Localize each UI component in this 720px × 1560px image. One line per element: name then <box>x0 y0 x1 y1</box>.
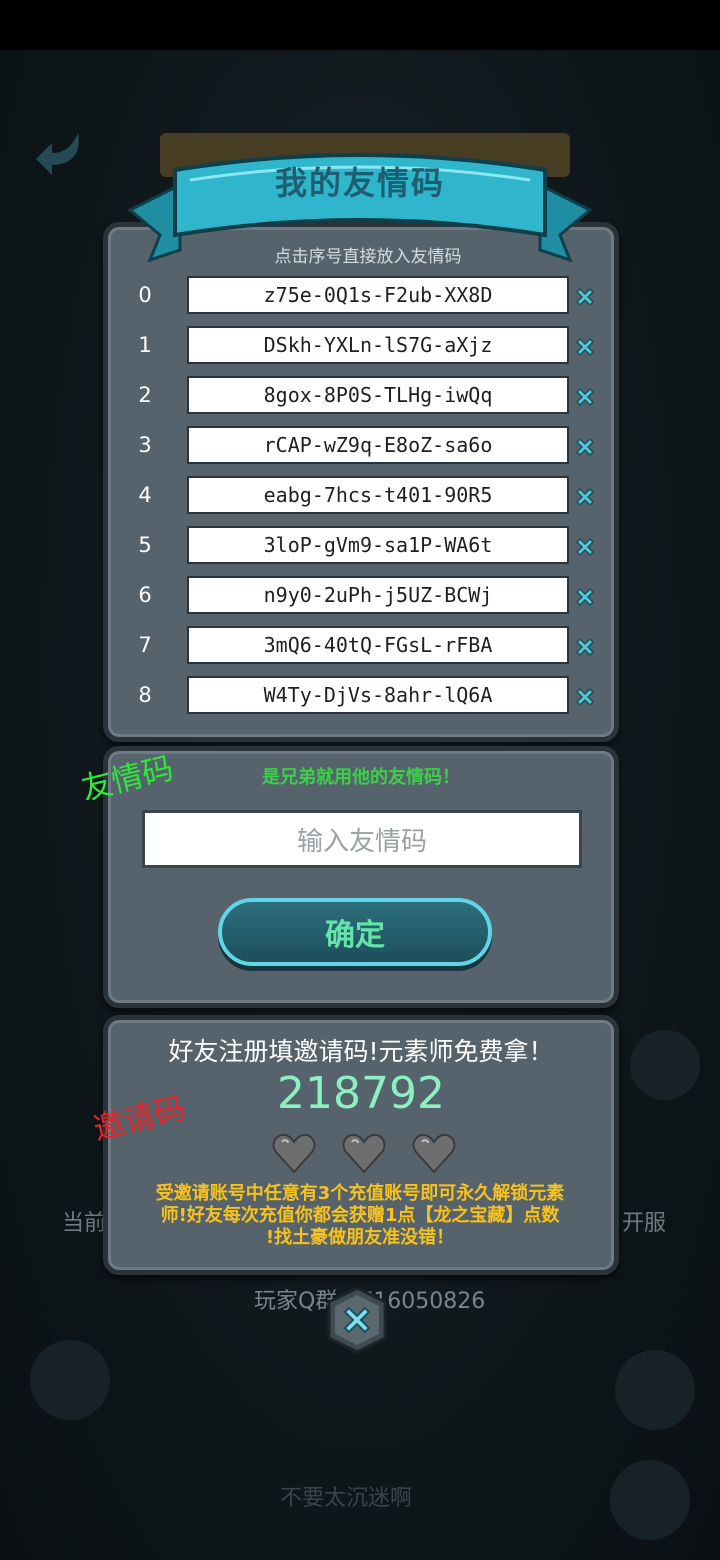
background-button <box>610 1460 690 1540</box>
back-arrow-icon[interactable] <box>30 125 90 185</box>
delete-code-icon[interactable] <box>573 385 597 409</box>
delete-code-icon[interactable] <box>573 685 597 709</box>
invite-description-line: 受邀请账号中任意有3个充值账号即可永久解锁元素 <box>155 1183 565 1204</box>
invite-description-line: !找土豪做朋友准没错！ <box>265 1227 455 1248</box>
code-field[interactable]: DSkh-YXLn-lS7G-aXjz <box>187 326 569 364</box>
background-button <box>615 1350 695 1430</box>
code-field[interactable]: 3mQ6-40tQ-FGsL-rFBA <box>187 626 569 664</box>
close-dialog-button[interactable] <box>323 1286 391 1354</box>
code-index[interactable]: 3 <box>130 433 160 457</box>
code-field[interactable]: n9y0-2uPh-j5UZ-BCWj <box>187 576 569 614</box>
delete-code-icon[interactable] <box>573 285 597 309</box>
delete-code-icon[interactable] <box>573 435 597 459</box>
friend-input-label: 是兄弟就用他的友情码！ <box>262 767 460 788</box>
delete-code-icon[interactable] <box>573 585 597 609</box>
delete-code-icon[interactable] <box>573 635 597 659</box>
code-field[interactable]: rCAP-wZ9q-E8oZ-sa6o <box>187 426 569 464</box>
invite-description-line: 师!好友每次充值你都会获赠1点【龙之宝藏】点数 <box>160 1205 560 1226</box>
codes-hint: 点击序号直接放入友情码 <box>274 247 462 267</box>
code-field[interactable]: 8gox-8P0S-TLHg-iwQq <box>187 376 569 414</box>
friend-code-input[interactable]: 输入友情码 <box>142 810 582 868</box>
code-field[interactable]: W4Ty-DjVs-8ahr-lQ6A <box>187 676 569 714</box>
code-field[interactable]: eabg-7hcs-t401-90R5 <box>187 476 569 514</box>
delete-code-icon[interactable] <box>573 535 597 559</box>
code-index[interactable]: 1 <box>130 333 160 357</box>
code-index[interactable]: 0 <box>130 283 160 307</box>
code-index[interactable]: 4 <box>130 483 160 507</box>
code-field[interactable]: z75e-0Q1s-F2ub-XX8D <box>187 276 569 314</box>
dialog-title: 我的友情码 <box>274 164 445 202</box>
code-field[interactable]: 3loP-gVm9-sa1P-WA6t <box>187 526 569 564</box>
code-index[interactable]: 2 <box>130 383 160 407</box>
background-text-left: 当前 <box>62 1211 107 1236</box>
background-button <box>630 1030 700 1100</box>
background-button <box>30 1340 110 1420</box>
background-bottom-text: 不要太沉迷啊 <box>280 1486 413 1511</box>
code-index[interactable]: 5 <box>130 533 160 557</box>
delete-code-icon[interactable] <box>573 335 597 359</box>
code-index[interactable]: 6 <box>130 583 160 607</box>
background-text-right: 开服 <box>622 1211 667 1236</box>
heart-icon <box>342 1133 386 1174</box>
confirm-button[interactable]: 确定 <box>218 898 492 966</box>
heart-icon <box>272 1133 316 1174</box>
heart-icon <box>412 1133 456 1174</box>
invite-description: 受邀请账号中任意有3个充值账号即可永久解锁元素 师!好友每次充值你都会获赠1点【… <box>130 1183 590 1249</box>
status-bar <box>0 0 720 50</box>
code-index[interactable]: 8 <box>130 683 160 707</box>
invite-title: 好友注册填邀请码!元素师免费拿！ <box>168 1037 554 1066</box>
code-index[interactable]: 7 <box>130 633 160 657</box>
delete-code-icon[interactable] <box>573 485 597 509</box>
